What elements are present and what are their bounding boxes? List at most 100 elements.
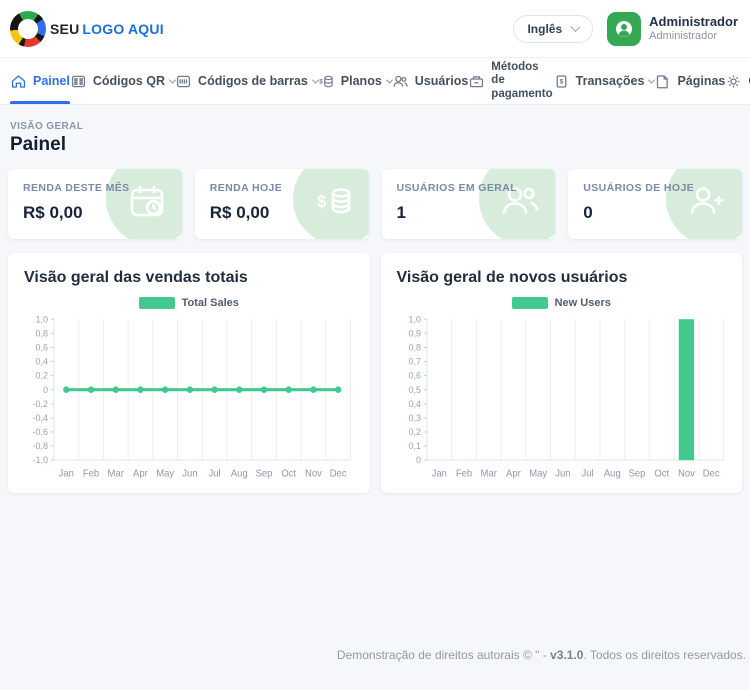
language-select[interactable]: Inglês	[513, 15, 593, 43]
svg-text:Nov: Nov	[678, 469, 695, 480]
svg-text:Mar: Mar	[108, 469, 125, 480]
footer-text-suffix: . Todos os direitos reservados.	[583, 648, 746, 662]
svg-text:Jun: Jun	[182, 469, 197, 480]
svg-text:May: May	[529, 469, 547, 480]
svg-text:0: 0	[43, 385, 48, 395]
svg-text:Jun: Jun	[555, 469, 570, 480]
svg-text:Sep: Sep	[628, 469, 645, 480]
nav-label: Métodos de pagamento	[491, 61, 552, 102]
total-sales-chart: 1,00,80,60,40,20-0,2-0,4-0,6-0,8-1,0JanF…	[22, 313, 356, 485]
svg-text:-0,4: -0,4	[32, 413, 47, 423]
user-text: Administrador Administrador	[649, 14, 738, 43]
charts-row: Visão geral das vendas totais Total Sale…	[8, 253, 742, 493]
chart-legend: Total Sales	[22, 297, 356, 309]
breadcrumb: VISÃO GERAL	[10, 121, 742, 132]
nav-item-paginas[interactable]: Páginas	[654, 58, 725, 104]
user-menu[interactable]: Administrador Administrador	[607, 12, 738, 46]
app-window: SEULOGO AQUI Inglês Administrador Adm	[0, 0, 750, 690]
legend-label: New Users	[555, 297, 611, 309]
page-title: Painel	[10, 134, 742, 156]
svg-text:$: $	[559, 78, 563, 85]
legend-swatch	[512, 297, 548, 309]
svg-text:Aug: Aug	[603, 469, 620, 480]
top-header: SEULOGO AQUI Inglês Administrador Adm	[0, 0, 750, 58]
nav-item-codigos-de-barras[interactable]: Códigos de barras	[175, 58, 318, 104]
chart-title: Visão geral de novos usuários	[397, 269, 727, 287]
qr-code-icon	[70, 73, 87, 90]
main-content: VISÃO GERAL Painel RENDA DESTE MÊS R$ 0,…	[0, 105, 750, 648]
svg-text:0: 0	[415, 455, 420, 465]
footer-text-prefix: Demonstração de direitos autorais © " -	[337, 648, 550, 662]
svg-text:Feb: Feb	[83, 469, 99, 480]
footer: Demonstração de direitos autorais © " - …	[0, 648, 750, 690]
stat-card-usuarios-de-hoje: USUÁRIOS DE HOJE 0	[568, 169, 742, 239]
person-icon	[614, 19, 634, 39]
svg-text:Mar: Mar	[480, 469, 497, 480]
user-role: Administrador	[649, 30, 738, 43]
nav-item-configuracoes[interactable]: Configurações	[725, 58, 750, 104]
chart-card-vendas-totais: Visão geral das vendas totais Total Sale…	[8, 253, 370, 493]
logo-text: SEULOGO AQUI	[50, 21, 164, 37]
main-nav: Painel Códigos QR Códigos de barras $ Pl…	[0, 58, 750, 105]
nav-label: Códigos de barras	[198, 74, 308, 88]
svg-text:0,2: 0,2	[408, 427, 420, 437]
legend-swatch	[139, 297, 175, 309]
chart-title: Visão geral das vendas totais	[24, 269, 354, 287]
svg-text:-0,6: -0,6	[32, 427, 47, 437]
stat-card-renda-hoje: RENDA HOJE R$ 0,00 $	[195, 169, 369, 239]
nav-label: Páginas	[677, 74, 725, 88]
svg-text:0,8: 0,8	[35, 328, 47, 338]
nav-item-painel[interactable]: Painel	[10, 58, 70, 104]
language-value: Inglês	[527, 22, 562, 36]
svg-text:1,0: 1,0	[408, 314, 420, 324]
barcode-icon	[175, 73, 192, 90]
svg-text:Sep: Sep	[256, 469, 273, 480]
chart-legend: New Users	[395, 297, 729, 309]
chevron-down-icon	[571, 22, 581, 32]
svg-text:Oct: Oct	[654, 469, 669, 480]
coins-icon: $	[318, 73, 335, 90]
svg-text:0,4: 0,4	[408, 399, 420, 409]
svg-text:0,7: 0,7	[408, 356, 420, 366]
svg-text:1,0: 1,0	[35, 314, 47, 324]
svg-text:0,6: 0,6	[35, 342, 47, 352]
nav-label: Transações	[576, 74, 645, 88]
breadcrumb-block: VISÃO GERAL Painel	[8, 121, 742, 156]
legend-label: Total Sales	[182, 297, 239, 309]
svg-text:0,2: 0,2	[35, 371, 47, 381]
page-icon	[654, 73, 671, 90]
svg-text:0,3: 0,3	[408, 413, 420, 423]
gear-icon	[725, 73, 742, 90]
svg-text:0,1: 0,1	[408, 441, 420, 451]
stat-label: USUÁRIOS EM GERAL	[397, 182, 541, 194]
svg-text:Apr: Apr	[133, 469, 149, 480]
svg-text:Feb: Feb	[455, 469, 471, 480]
svg-text:May: May	[156, 469, 174, 480]
nav-item-codigos-qr[interactable]: Códigos QR	[70, 58, 175, 104]
svg-text:-0,8: -0,8	[32, 441, 47, 451]
svg-text:Aug: Aug	[231, 469, 248, 480]
stat-value: R$ 0,00	[210, 203, 354, 223]
nav-label: Códigos QR	[93, 74, 165, 88]
nav-item-transacoes[interactable]: $ Transações	[553, 58, 655, 104]
footer-version: v3.1.0	[550, 648, 583, 662]
stat-value: R$ 0,00	[23, 203, 167, 223]
avatar	[607, 12, 641, 46]
home-icon	[10, 73, 27, 90]
cash-register-icon	[468, 73, 485, 90]
nav-item-planos[interactable]: $ Planos	[318, 58, 392, 104]
nav-label: Usuários	[415, 74, 469, 88]
svg-text:Apr: Apr	[506, 469, 522, 480]
svg-text:Jul: Jul	[581, 469, 593, 480]
stat-value: 0	[583, 203, 727, 223]
nav-item-usuarios[interactable]: Usuários	[392, 58, 469, 104]
logo-text-part1: SEU	[50, 21, 79, 37]
stat-label: RENDA DESTE MÊS	[23, 182, 167, 194]
logo[interactable]: SEULOGO AQUI	[10, 11, 164, 47]
svg-text:$: $	[319, 78, 323, 85]
stat-label: RENDA HOJE	[210, 182, 354, 194]
svg-text:Jan: Jan	[431, 469, 446, 480]
svg-text:Oct: Oct	[281, 469, 296, 480]
nav-item-metodos-de-pagamento[interactable]: Métodos de pagamento	[468, 58, 552, 104]
svg-text:0,8: 0,8	[408, 342, 420, 352]
